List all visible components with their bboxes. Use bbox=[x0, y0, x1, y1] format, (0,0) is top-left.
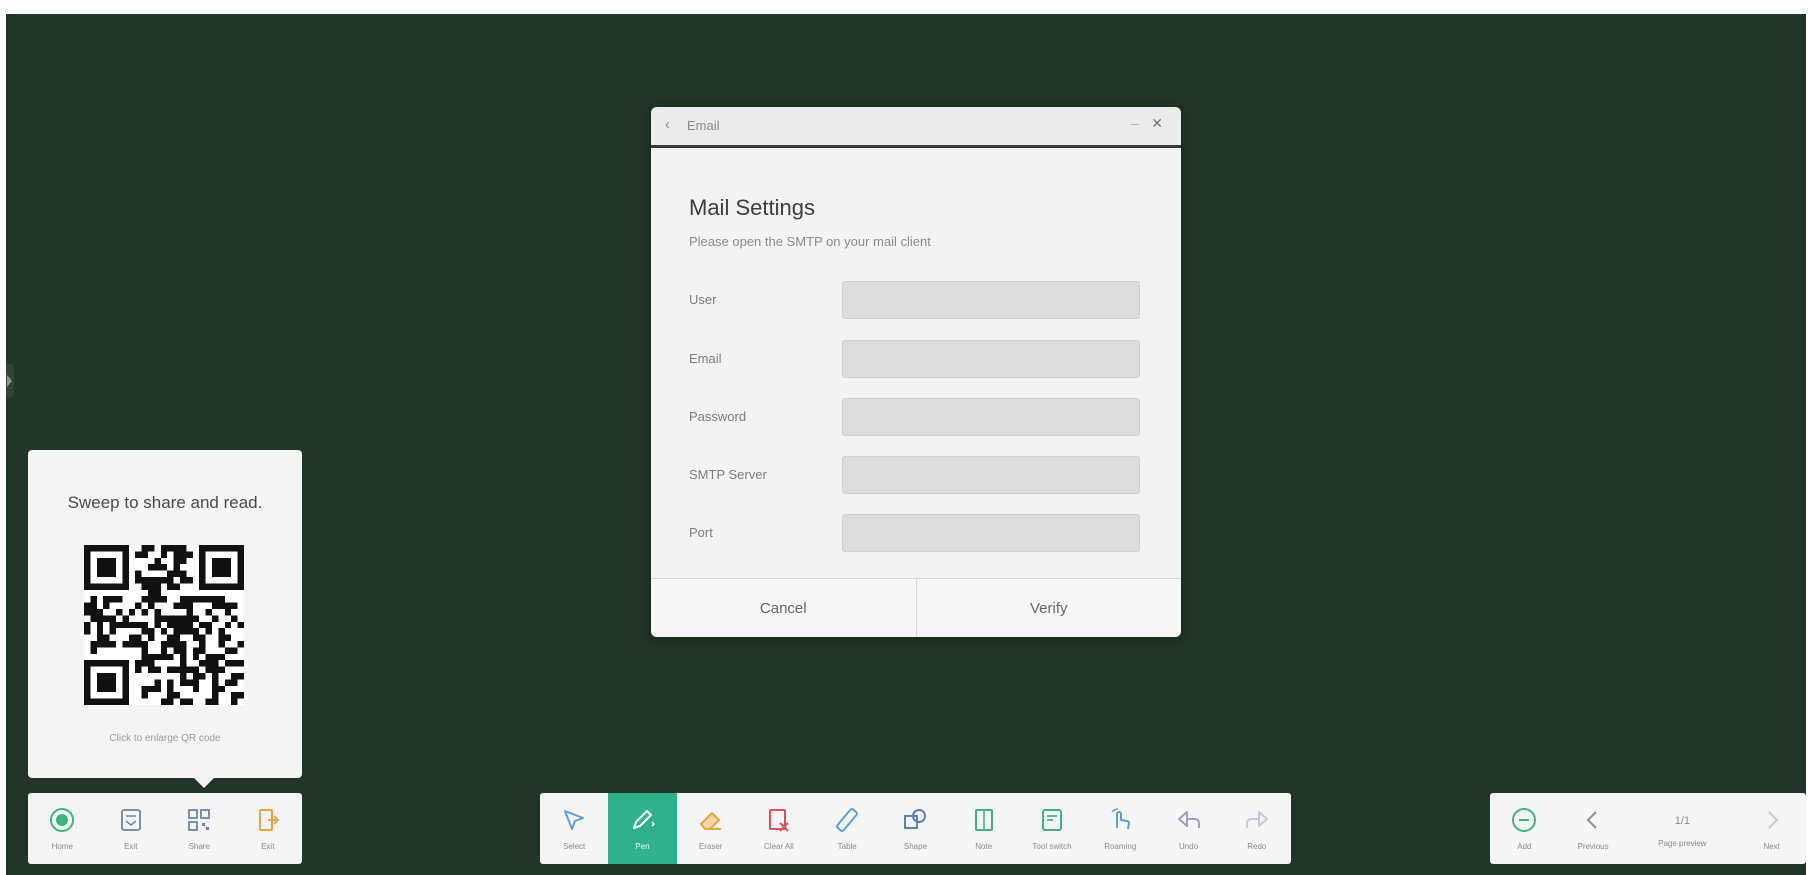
dialog-footer: Cancel Verify bbox=[651, 578, 1181, 637]
home-icon bbox=[50, 808, 75, 832]
chevron-right-icon bbox=[1767, 811, 1779, 829]
undo-icon bbox=[1177, 811, 1200, 828]
smtp-server-field[interactable] bbox=[842, 456, 1140, 494]
port-label: Port bbox=[689, 525, 713, 540]
exit-icon bbox=[120, 809, 141, 831]
share-qr-popup: Sweep to share and read. Click to enlarg… bbox=[28, 450, 302, 788]
side-panel-handle[interactable] bbox=[6, 364, 14, 398]
main-toolbar: Select Pen Eraser Clear All Table Shape … bbox=[540, 793, 1291, 864]
verify-button[interactable]: Verify bbox=[915, 579, 1182, 637]
roaming-icon bbox=[1111, 808, 1131, 830]
chevron-left-icon bbox=[1586, 811, 1597, 829]
undo-label: Undo bbox=[1178, 842, 1199, 851]
exit-button[interactable]: Exit bbox=[97, 793, 166, 864]
shape-label: Shape bbox=[903, 842, 928, 851]
port-field[interactable] bbox=[842, 514, 1140, 552]
redo-icon bbox=[1245, 811, 1268, 828]
password-field[interactable] bbox=[842, 398, 1140, 436]
dialog-body: Mail Settings Please open the SMTP on yo… bbox=[651, 148, 1181, 579]
exit-board-button[interactable]: Exit bbox=[234, 793, 303, 864]
qr-popup-hint: Click to enlarge QR code bbox=[109, 733, 221, 744]
ruler-button[interactable]: Table bbox=[813, 793, 881, 864]
qr-code[interactable] bbox=[84, 545, 244, 705]
dialog-titlebar: ‹ Email – ✕ bbox=[651, 107, 1181, 148]
home-label: Home bbox=[51, 842, 73, 851]
select-label: Select bbox=[563, 842, 586, 851]
redo-button[interactable]: Redo bbox=[1223, 793, 1291, 864]
page-toolbar: Add Previous 1/1 Page preview Next bbox=[1490, 793, 1806, 864]
qr-share-icon bbox=[188, 809, 211, 831]
exit-board-icon bbox=[258, 809, 280, 831]
add-page-button[interactable]: Add bbox=[1490, 793, 1559, 864]
shape-icon bbox=[904, 809, 927, 829]
email-field[interactable] bbox=[842, 340, 1140, 378]
note-label: Note bbox=[975, 842, 993, 851]
left-toolbar: Home Exit Share Exit bbox=[28, 793, 302, 864]
page-preview-label: Page preview bbox=[1658, 839, 1707, 848]
exit-label: Exit bbox=[124, 842, 138, 851]
password-label: Password bbox=[689, 409, 747, 424]
clear-all-button[interactable]: Clear All bbox=[745, 793, 813, 864]
previous-page-button[interactable]: Previous bbox=[1559, 793, 1628, 864]
ruler-label: Table bbox=[837, 842, 857, 851]
pen-button[interactable]: Pen bbox=[608, 793, 677, 864]
add-page-icon bbox=[1512, 808, 1537, 832]
select-icon bbox=[564, 810, 585, 830]
tool-switch-label: Tool switch bbox=[1032, 842, 1072, 851]
share-button[interactable]: Share bbox=[165, 793, 234, 864]
redo-label: Redo bbox=[1247, 842, 1267, 851]
roaming-button[interactable]: Roaming bbox=[1086, 793, 1154, 864]
close-icon[interactable]: ✕ bbox=[1151, 115, 1163, 132]
dialog-heading: Mail Settings bbox=[689, 195, 815, 220]
ruler-icon bbox=[836, 808, 859, 832]
next-page-label: Next bbox=[1763, 842, 1780, 851]
clear-all-icon bbox=[768, 809, 789, 832]
page-number: 1/1 bbox=[1674, 815, 1690, 827]
page-preview-button[interactable]: 1/1 Page preview bbox=[1627, 793, 1737, 864]
eraser-label: Eraser bbox=[698, 842, 723, 851]
share-label: Share bbox=[188, 842, 210, 851]
shape-button[interactable]: Shape bbox=[881, 793, 949, 864]
clear-all-label: Clear All bbox=[764, 842, 794, 851]
pen-label: Pen bbox=[635, 842, 650, 851]
roaming-label: Roaming bbox=[1104, 842, 1137, 851]
qr-popup-title: Sweep to share and read. bbox=[67, 493, 263, 512]
undo-button[interactable]: Undo bbox=[1154, 793, 1222, 864]
dialog-window-title: Email bbox=[687, 118, 720, 133]
user-label: User bbox=[689, 292, 717, 307]
eraser-icon bbox=[699, 812, 721, 830]
previous-page-label: Previous bbox=[1577, 842, 1609, 851]
add-page-label: Add bbox=[1517, 842, 1532, 851]
tool-switch-button[interactable]: Tool switch bbox=[1018, 793, 1086, 864]
email-label: Email bbox=[689, 351, 722, 366]
select-button[interactable]: Select bbox=[540, 793, 608, 864]
tool-switch-icon bbox=[1041, 809, 1062, 831]
cancel-button[interactable]: Cancel bbox=[651, 579, 916, 637]
eraser-button[interactable]: Eraser bbox=[677, 793, 745, 864]
dialog-subtitle: Please open the SMTP on your mail client bbox=[689, 234, 931, 249]
back-arrow-icon[interactable]: ‹ bbox=[665, 116, 670, 133]
home-button[interactable]: Home bbox=[28, 793, 97, 864]
note-button[interactable]: Note bbox=[950, 793, 1018, 864]
minimize-icon[interactable]: – bbox=[1131, 115, 1139, 131]
email-settings-dialog: ‹ Email – ✕ Mail Settings Please open th… bbox=[651, 107, 1181, 637]
exit-board-label: Exit bbox=[261, 842, 275, 851]
smtp-server-label: SMTP Server bbox=[689, 467, 767, 482]
user-field[interactable] bbox=[842, 281, 1140, 319]
pen-icon bbox=[633, 810, 656, 829]
next-page-button[interactable]: Next bbox=[1737, 793, 1806, 864]
note-icon bbox=[974, 809, 993, 831]
